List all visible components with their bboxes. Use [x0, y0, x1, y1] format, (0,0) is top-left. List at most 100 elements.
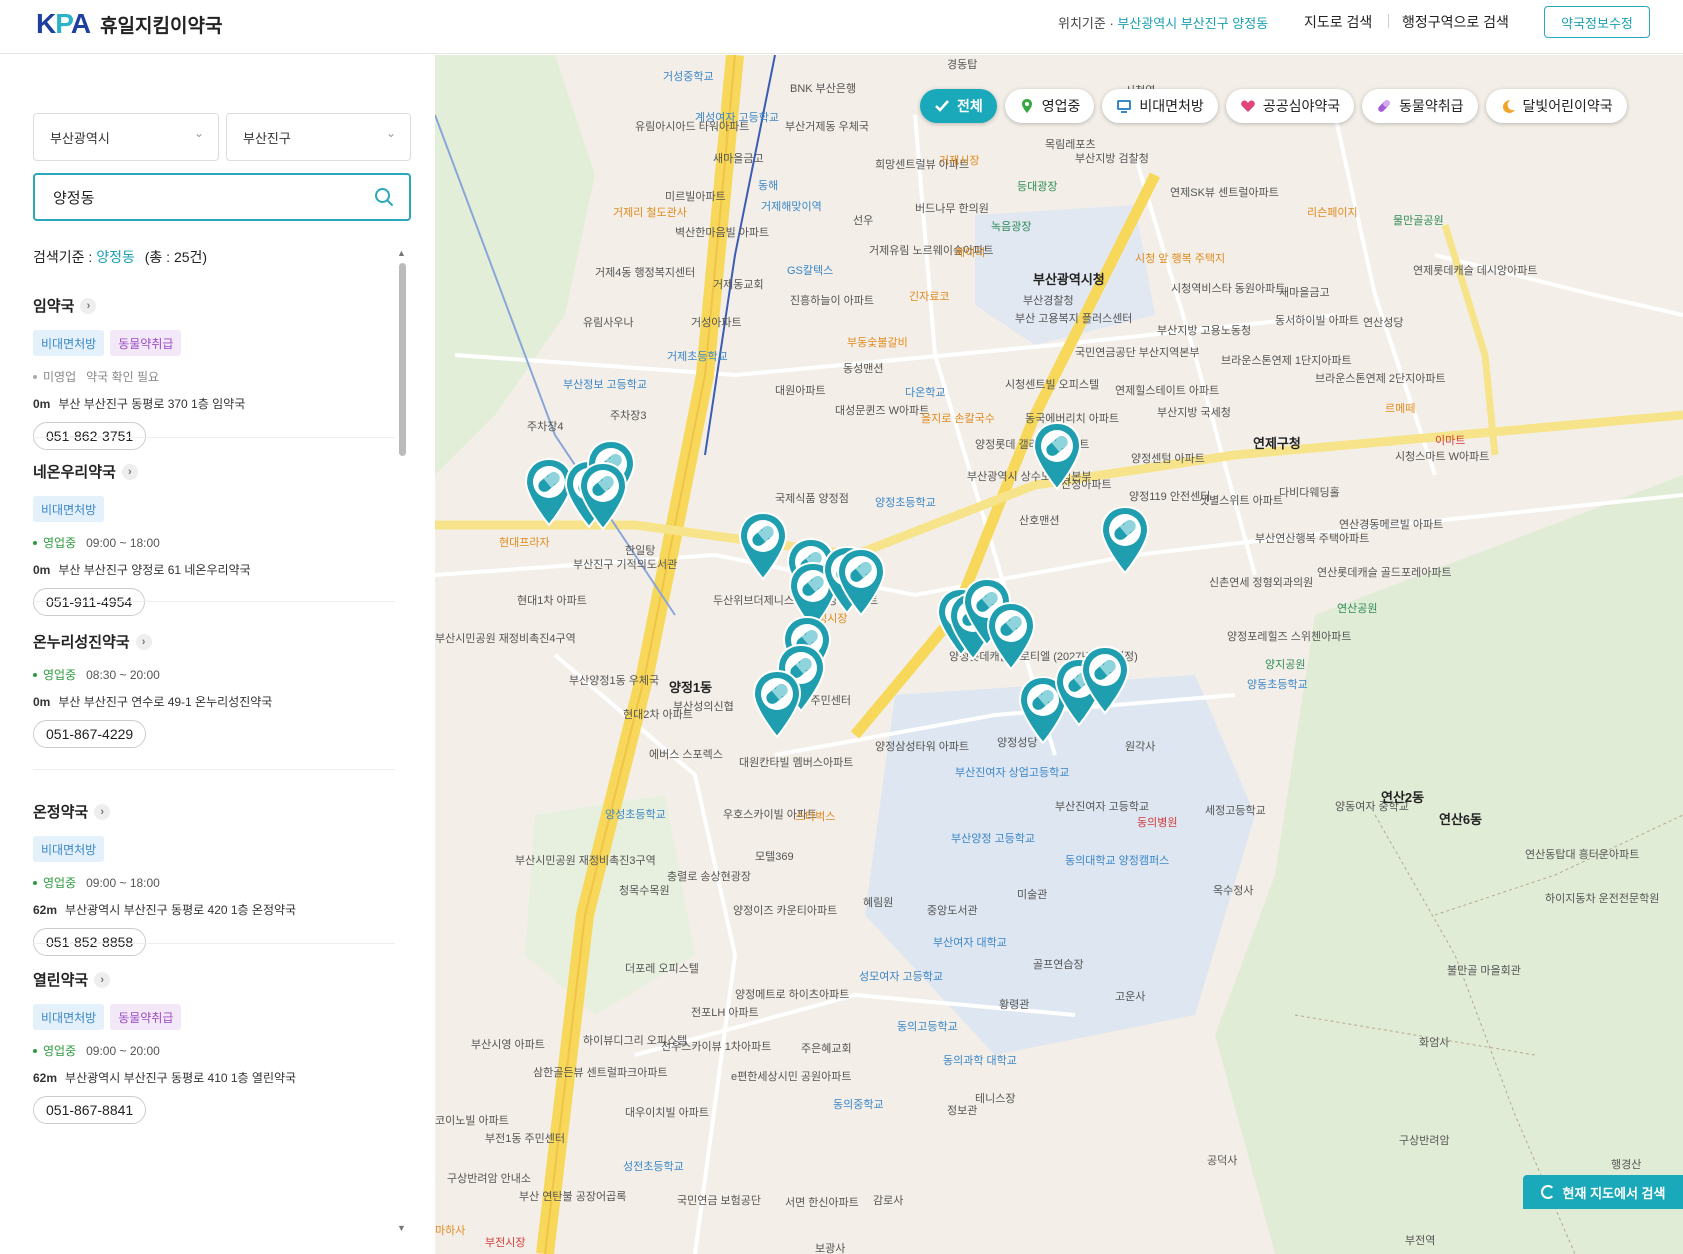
map-label: 에버스 스포렉스 — [649, 749, 723, 761]
map-view[interactable]: 경동탑 BNK 부산은행 거성중학교 계성여자 고등학교 유림아시아드 타워아파… — [435, 55, 1683, 1254]
location-label: 위치기준 · — [1058, 16, 1118, 31]
pharmacy-card[interactable]: 네온우리약국 › 비대면처방 영업중 09:00 ~ 18:00 0m 부산 부산진구… — [33, 461, 395, 616]
badge-animal-medicine: 동물약취급 — [110, 330, 182, 356]
map-label: 부산거제동 우체국 — [785, 121, 870, 133]
pharmacy-marker[interactable] — [835, 547, 887, 617]
distance: 62m — [33, 1071, 58, 1085]
map-label: 동의병원 — [1137, 817, 1178, 829]
phone-button[interactable]: 051-852-8858 — [33, 928, 147, 956]
map-label: 이마트 — [1435, 435, 1466, 447]
map-label: 샛별스위트 아파트 — [1199, 495, 1284, 507]
map-label: 현대프라자 — [499, 537, 550, 549]
filter-remote-prescription[interactable]: 비대면처방 — [1102, 89, 1218, 123]
nav-region-search[interactable]: 행정구역으로 검색 — [1402, 12, 1509, 32]
map-label: 부산지방 국세청 — [1157, 407, 1231, 419]
map-label: 부전역 — [1405, 1235, 1436, 1247]
map-label: 미르빌아파트 — [665, 191, 726, 203]
map-label: 국민연금 보험공단 — [677, 1195, 762, 1207]
phone-button[interactable]: 051-867-8841 — [33, 1096, 147, 1124]
map-label: 산호맨션 — [1019, 515, 1060, 527]
pharmacy-card[interactable]: 온정약국 › 비대면처방 영업중 09:00 ~ 18:00 62m 부산광역시 부산… — [33, 801, 395, 956]
map-label: 화엄사 — [1419, 1037, 1450, 1049]
pharmacy-badges: 비대면처방 동물약취급 — [33, 330, 395, 356]
map-label: 연산성당 — [1363, 317, 1404, 329]
pharmacy-status: 미영업 약국 확인 필요 — [33, 368, 395, 385]
pharmacy-marker[interactable] — [1079, 645, 1131, 715]
status-dot — [33, 880, 37, 885]
filter-night-pharmacy[interactable]: 공공심야약국 — [1225, 89, 1355, 123]
pharmacy-marker[interactable] — [751, 669, 803, 739]
district-select[interactable]: 부산진구 ⌄ — [226, 113, 411, 161]
map-label: 새마을금고 — [713, 153, 764, 165]
filter-animal-medicine[interactable]: 동물약취급 — [1362, 89, 1478, 123]
map-label: 벽산한마음빌 아파트 — [675, 227, 770, 239]
map-label: 하이지동차 운전전문학원 — [1545, 893, 1660, 905]
edit-pharmacy-info-button[interactable]: 약국정보수정 — [1544, 6, 1650, 38]
pharmacy-card[interactable]: 열린약국 › 비대면처방 동물약취급 영업중 09:00 ~ 20:00 62m 부산… — [33, 969, 395, 1124]
top-header: KPA 휴일지킴이약국 위치기준 · 부산광역시 부산진구 양정동 지도로 검색… — [0, 0, 1683, 54]
map-label: 시청센트빌 오피스텔 — [1005, 379, 1100, 391]
map-label: 신촌연세 정형외과의원 — [1209, 577, 1314, 589]
map-label: 다비다웨딩홀 — [1279, 487, 1340, 499]
pharmacy-marker[interactable] — [737, 511, 789, 581]
map-label: 전포LH 아파트 — [691, 1007, 759, 1019]
map-label: 원각사 — [1125, 741, 1156, 753]
filter-moonlight-children[interactable]: 달빛어린이약국 — [1485, 89, 1627, 123]
city-select[interactable]: 부산광역시 ⌄ — [33, 113, 219, 161]
pharmacy-status: 영업중 09:00 ~ 20:00 — [33, 1042, 395, 1059]
map-label: 대원아파트 — [775, 385, 826, 397]
map-label: 부산 고용복지 플러스센터 — [1015, 313, 1133, 325]
filter-all[interactable]: 전체 — [920, 89, 997, 123]
map-label: 동해 — [758, 180, 779, 192]
phone-button[interactable]: 051-911-4954 — [33, 588, 146, 616]
pharmacy-marker[interactable] — [1031, 421, 1083, 491]
pharmacy-marker[interactable] — [985, 601, 1037, 671]
filter-open[interactable]: 영업중 — [1004, 89, 1095, 123]
map-label: 양정초등학교 — [875, 497, 936, 509]
map-label: 청목수목원 — [619, 885, 670, 897]
map-label: 선우 — [853, 215, 874, 227]
status-text: 미영업 — [43, 370, 77, 384]
search-input[interactable] — [35, 175, 335, 219]
scroll-up-arrow[interactable]: ▲ — [397, 248, 406, 258]
map-label: 연산공원 — [1337, 603, 1378, 615]
badge-animal-medicine: 동물약취급 — [110, 1004, 182, 1030]
map-label: 정보관 — [947, 1105, 978, 1117]
map-label: 브라운스톤연제 2단지아파트 — [1315, 373, 1446, 385]
map-label: 거제초등학교 — [667, 351, 728, 363]
pharmacy-card[interactable]: 온누리성진약국 › 영업중 08:30 ~ 20:00 0m 부산 부산진구 연수로 … — [33, 631, 395, 748]
map-label: 부산진여자 상업고등학교 — [955, 767, 1070, 779]
pharmacy-badges: 비대면처방 — [33, 496, 395, 522]
pharmacy-address: 0m 부산 부산진구 동평로 370 1층 임약국 — [33, 395, 395, 412]
pharmacy-name[interactable]: 온정약국 › — [33, 801, 395, 822]
logo[interactable]: KPA 휴일지킴이약국 — [36, 8, 222, 40]
pharmacy-status: 영업중 09:00 ~ 18:00 — [33, 534, 395, 551]
phone-button[interactable]: 051-862-3751 — [33, 422, 147, 450]
distance: 62m — [33, 903, 58, 917]
pharmacy-name[interactable]: 열린약국 › — [33, 969, 395, 990]
search-icon[interactable] — [373, 186, 395, 208]
phone-button[interactable]: 051-867-4229 — [33, 720, 147, 748]
city-select-value: 부산광역시 — [50, 131, 110, 146]
distance: 0m — [33, 397, 51, 411]
pharmacy-marker[interactable] — [1099, 505, 1151, 575]
map-label: 리슨페이지 — [1307, 207, 1358, 219]
pharmacy-name[interactable]: 네온우리약국 › — [33, 461, 395, 482]
scrollbar-thumb[interactable] — [399, 263, 406, 456]
map-label: 르메떼 — [1385, 403, 1416, 415]
map-label: 부산양정 고등학교 — [951, 833, 1036, 845]
district-select-value: 부산진구 — [243, 131, 291, 146]
pharmacy-card[interactable]: 임약국 › 비대면처방 동물약취급 미영업 약국 확인 필요 0m 부산 부산진구 동… — [33, 295, 395, 450]
pharmacy-badges: 비대면처방 — [33, 836, 395, 862]
status-dot — [33, 374, 37, 379]
nav-map-search[interactable]: 지도로 검색 — [1304, 12, 1372, 32]
scroll-down-arrow[interactable]: ▼ — [397, 1223, 406, 1233]
pharmacy-marker[interactable] — [577, 461, 629, 531]
map-label: 부전시장 — [485, 1237, 526, 1249]
pharmacy-name[interactable]: 온누리성진약국 › — [33, 631, 395, 652]
location-pin-icon — [1021, 99, 1032, 113]
pharmacy-name[interactable]: 임약국 › — [33, 295, 395, 316]
map-label: 대성문퀸즈 W아파트 — [835, 405, 930, 417]
search-current-map-button[interactable]: 현재 지도에서 검색 — [1523, 1175, 1683, 1209]
map-label: 구상반려암 안내소 — [447, 1173, 532, 1185]
